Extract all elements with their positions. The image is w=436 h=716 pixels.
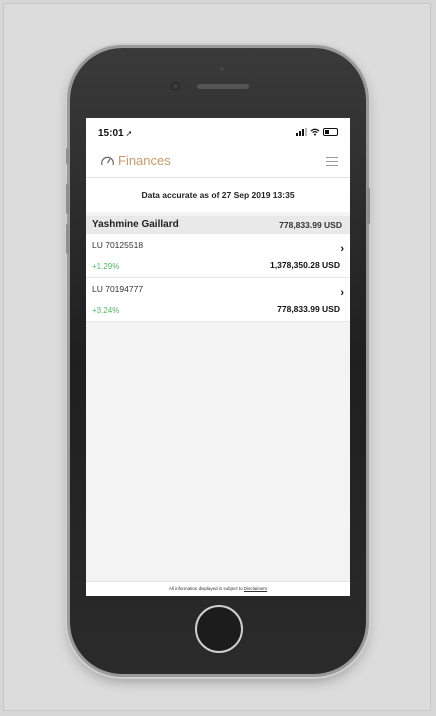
account-change-percent: +3.24% xyxy=(92,306,120,315)
data-accuracy-banner: Data accurate as of 27 Sep 2019 13:35 xyxy=(86,178,350,212)
account-row[interactable]: LU 70194777 +3.24% 778,833.99 USD › xyxy=(86,278,350,322)
account-id: LU 70194777 xyxy=(92,284,144,294)
disclaimer-text: All information displayed is subject to xyxy=(168,586,243,591)
power-button xyxy=(367,188,370,224)
phone-screen: 15:01 ➚ Finances Data accurate as of 27 … xyxy=(86,118,350,596)
account-value: 778,833.99 USD xyxy=(277,304,340,314)
status-time: 15:01 ➚ xyxy=(98,128,133,139)
mute-switch xyxy=(66,148,69,164)
hamburger-menu-icon[interactable] xyxy=(326,157,338,166)
chevron-right-icon: › xyxy=(340,287,344,299)
owner-total-value: 778,833.99 USD xyxy=(279,220,342,230)
volume-up-button xyxy=(66,184,69,214)
app-title: Finances xyxy=(118,153,171,168)
account-value: 1,378,350.28 USD xyxy=(270,260,340,270)
front-camera-icon xyxy=(171,82,180,91)
account-id: LU 70125518 xyxy=(92,240,144,250)
disclaimer-footer: All information displayed is subject to … xyxy=(86,581,350,596)
status-icons xyxy=(296,128,338,136)
gauge-icon xyxy=(101,156,114,165)
portfolio-owner-header: Yashmine Gaillard 778,833.99 USD xyxy=(86,216,350,234)
disclaimers-link[interactable]: Disclaimers xyxy=(244,586,267,591)
wifi-icon xyxy=(310,128,320,136)
chevron-right-icon: › xyxy=(340,243,344,255)
earpiece-speaker xyxy=(197,84,249,89)
account-row[interactable]: LU 70125518 +1.29% 1,378,350.28 USD › xyxy=(86,234,350,278)
proximity-sensor xyxy=(220,67,224,71)
battery-icon xyxy=(323,128,338,136)
app-header: Finances xyxy=(86,146,350,178)
location-arrow-icon: ➚ xyxy=(125,129,133,138)
account-change-percent: +1.29% xyxy=(92,262,120,271)
volume-down-button xyxy=(66,224,69,254)
signal-icon xyxy=(296,128,307,136)
data-accuracy-text: Data accurate as of 27 Sep 2019 13:35 xyxy=(141,190,295,200)
home-button[interactable] xyxy=(195,605,243,653)
status-bar: 15:01 ➚ xyxy=(86,118,350,146)
app-logo[interactable]: Finances xyxy=(100,153,171,168)
owner-name: Yashmine Gaillard xyxy=(92,219,179,230)
phone-device: 15:01 ➚ Finances Data accurate as of 27 … xyxy=(66,48,370,674)
